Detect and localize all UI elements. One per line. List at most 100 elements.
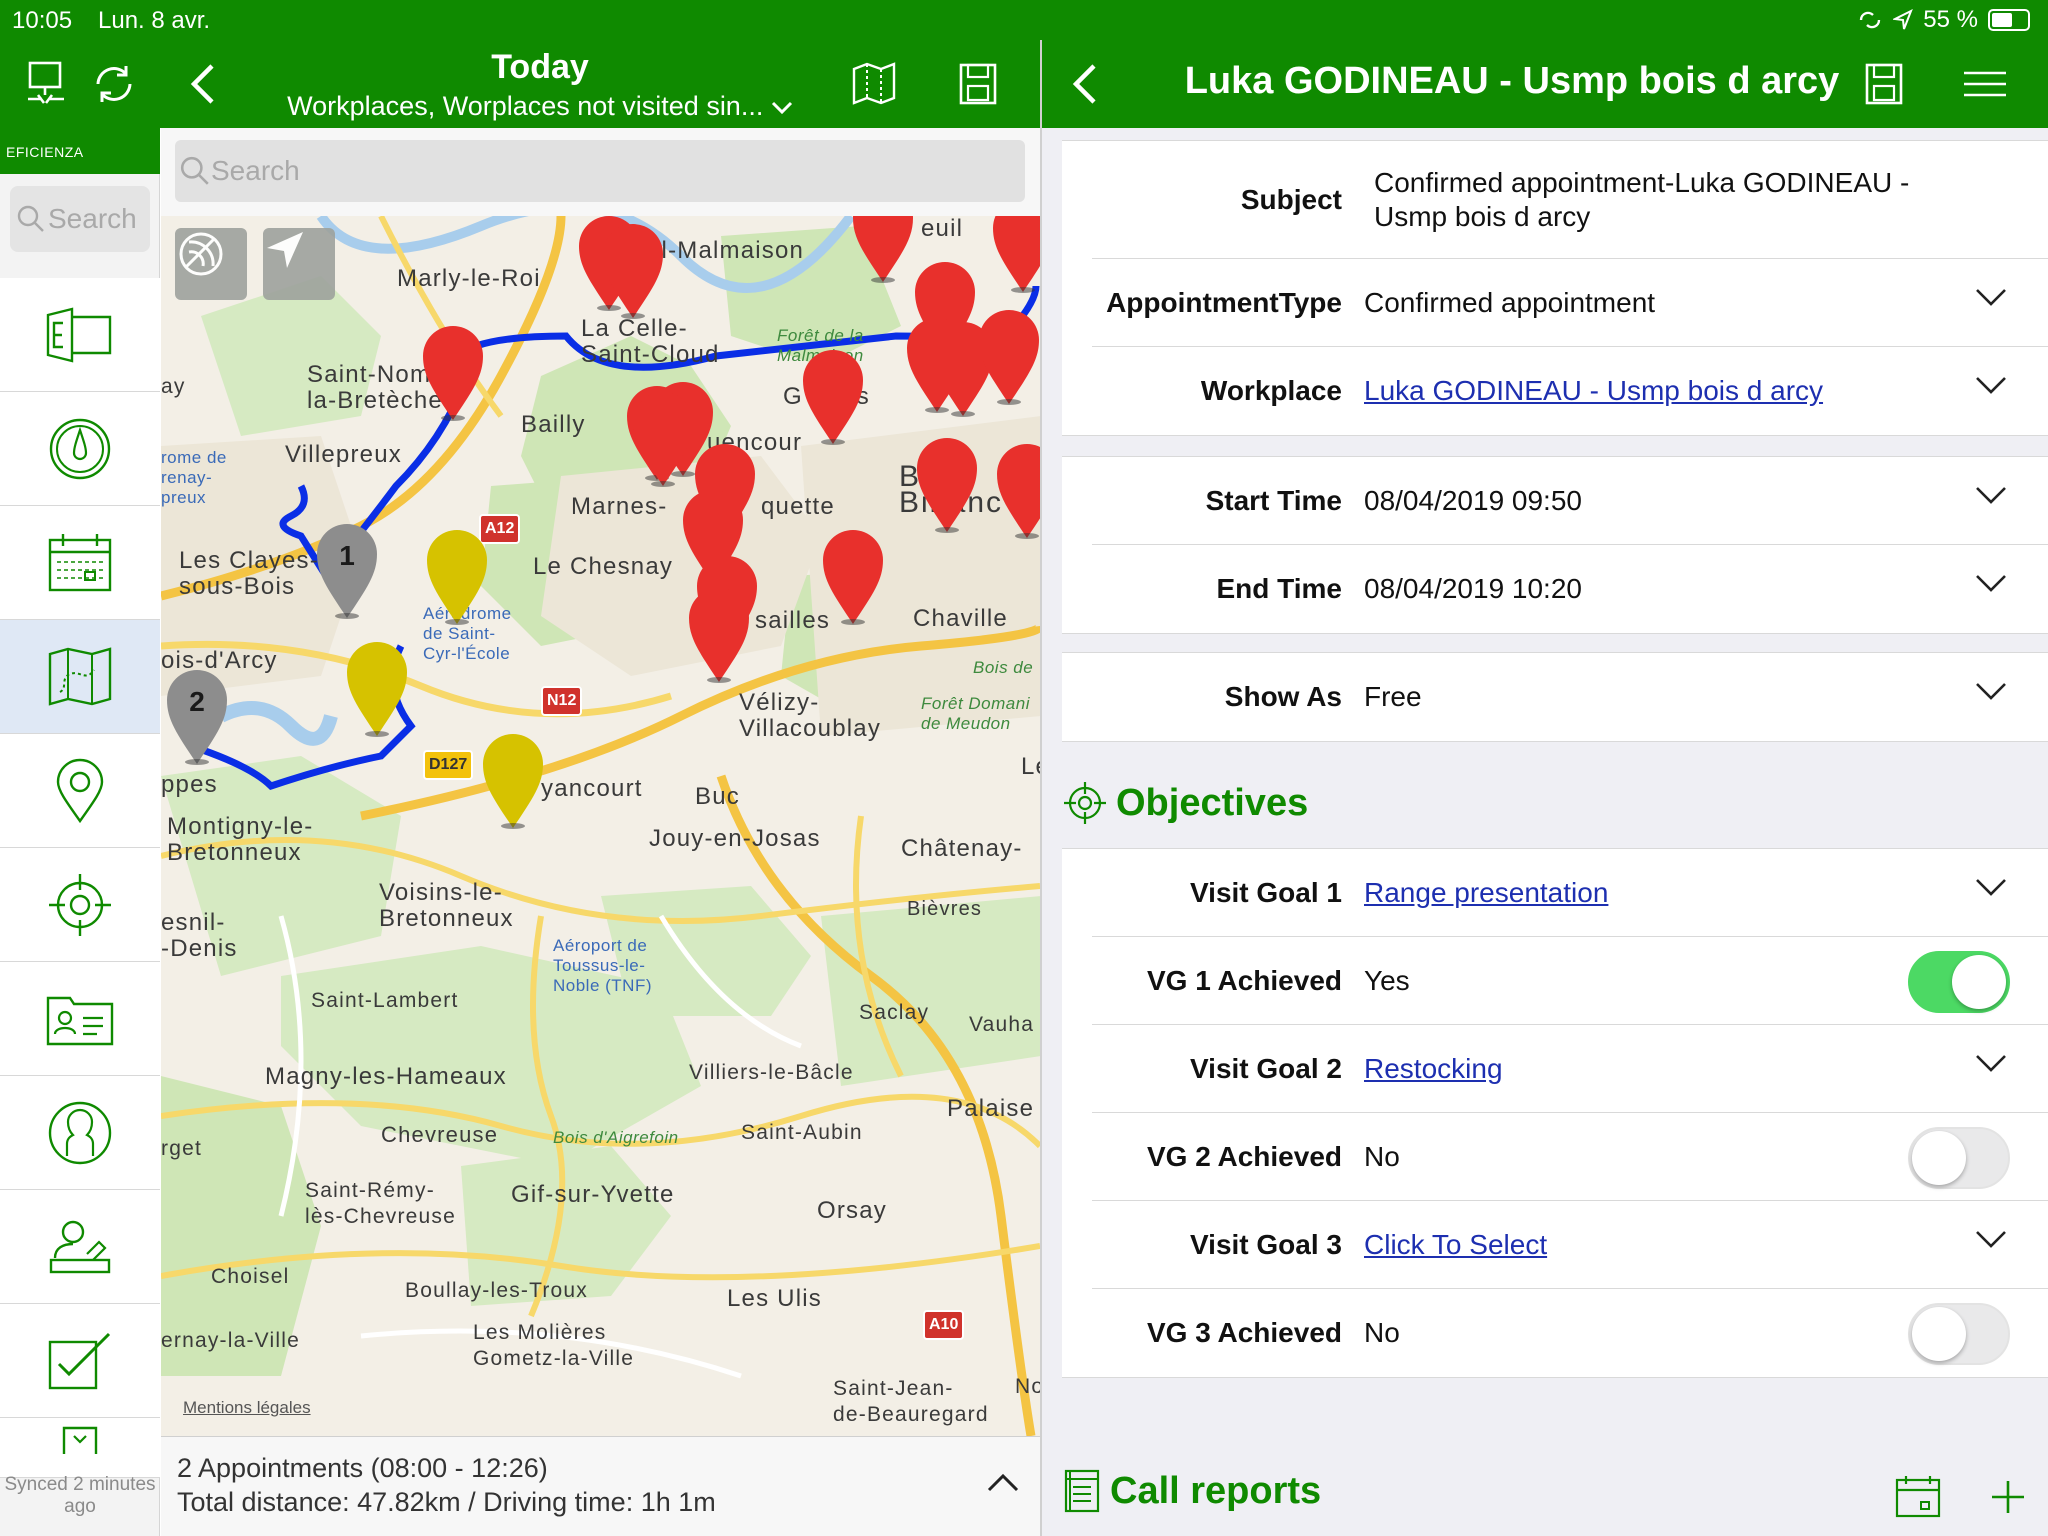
visit-goal-3-link[interactable]: Click To Select — [1364, 1229, 2048, 1261]
map-label: Bois d'Aigrefoin — [553, 1128, 679, 1147]
start-time-row[interactable]: Start Time 08/04/2019 09:50 — [1092, 457, 2048, 545]
save-icon[interactable] — [954, 58, 1002, 110]
detail-back-icon[interactable] — [1062, 60, 1106, 108]
map-label: Bièvres — [907, 898, 983, 920]
legal-link[interactable]: Mentions légales — [183, 1398, 311, 1418]
map-pin[interactable] — [851, 216, 915, 284]
locate-me-button[interactable] — [263, 228, 335, 300]
map-pin[interactable] — [821, 528, 885, 626]
map-navbar: Today Workplaces, Worplaces not visited … — [0, 40, 1040, 128]
detail-title: Luka GODINEAU - Usmp bois d arcy — [1184, 60, 1840, 102]
location-pin-icon — [56, 758, 104, 823]
map-label: rget — [161, 1137, 202, 1160]
chevron-up-icon[interactable] — [986, 1469, 1020, 1500]
field-label: VG 2 Achieved — [1146, 1140, 1342, 1172]
contact-card-icon — [46, 996, 114, 1045]
sidebar: EFICIENZA Search Synced 2 minutes ago — [0, 128, 160, 1536]
map-pin-yellow[interactable] — [425, 528, 489, 626]
satellite-icon — [179, 232, 223, 276]
map-label: ppes — [161, 771, 218, 798]
appointments-summary: 2 Appointments (08:00 - 12:26) — [177, 1453, 548, 1483]
call-reports-actions — [1894, 1474, 2026, 1520]
workplace-link[interactable]: Luka GODINEAU - Usmp bois d arcy — [1364, 375, 2048, 407]
map-view-icon[interactable] — [848, 58, 900, 110]
map-label: il-Malmaison — [655, 237, 805, 264]
visit-goal-2-row[interactable]: Visit Goal 2 Restocking — [1092, 1025, 2048, 1113]
back-icon[interactable] — [180, 60, 224, 108]
call-reports-title: Call reports — [1110, 1469, 1322, 1512]
map-pin[interactable] — [977, 308, 1040, 406]
sidebar-item-user-desk[interactable] — [0, 1190, 160, 1304]
map-pin[interactable] — [601, 222, 665, 320]
calendar-add-icon[interactable] — [1894, 1474, 1942, 1520]
map-label: Boullay-les-Troux — [405, 1279, 589, 1302]
visit-goal-3-row[interactable]: Visit Goal 3 Click To Select — [1092, 1201, 2048, 1289]
map-pin-yellow[interactable] — [345, 640, 409, 738]
sidebar-search-input[interactable]: Search — [10, 186, 150, 252]
sidebar-item-route-map[interactable] — [0, 620, 160, 734]
map-pin[interactable] — [991, 216, 1040, 294]
workplace-row[interactable]: Workplace Luka GODINEAU - Usmp bois d ar… — [1092, 347, 2048, 435]
map-label: ernay-la-Ville — [161, 1329, 300, 1352]
sidebar-item-objectives[interactable] — [0, 848, 160, 962]
map-search-input[interactable]: Search — [175, 140, 1025, 202]
visit-goal-1-row[interactable]: Visit Goal 1 Range presentation — [1092, 849, 2048, 937]
app-window: 10:05 Lun. 8 avr. 55 % Today Workplaces,… — [0, 0, 2048, 1536]
sidebar-item-contacts[interactable] — [0, 962, 160, 1076]
map-label: Marnes- — [571, 493, 668, 520]
map-label: sailles — [755, 607, 831, 634]
map-pin[interactable] — [421, 324, 485, 422]
toggle-knob — [1912, 1131, 1966, 1185]
map-label: Chevreuse — [381, 1122, 499, 1147]
appointment-type-value: Confirmed appointment — [1364, 286, 1656, 318]
map-pin[interactable] — [995, 442, 1040, 540]
map-label: quette — [761, 493, 835, 520]
map-pin-yellow[interactable] — [481, 732, 545, 830]
chevron-down-icon — [1976, 879, 2006, 896]
map-view[interactable]: Marly-le-Roi il-Malmaison La Celle- Sain… — [161, 216, 1040, 1436]
sidebar-item-calendar[interactable] — [0, 506, 160, 620]
map-pin-numbered[interactable]: 1 — [315, 522, 379, 620]
show-as-row[interactable]: Show As Free — [1092, 653, 2048, 741]
map-pin[interactable] — [631, 390, 695, 488]
sidebar-item-reports[interactable] — [0, 1418, 160, 1478]
vg1-achieved-toggle[interactable] — [1908, 951, 2010, 1013]
filter-selector[interactable]: Today Workplaces, Worplaces not visited … — [250, 48, 830, 122]
refresh-icon[interactable] — [88, 58, 140, 110]
map-pin[interactable] — [801, 348, 865, 446]
sidebar-item-person[interactable] — [0, 1076, 160, 1190]
disconnect-icon[interactable] — [22, 56, 72, 112]
subject-row[interactable]: Subject Confirmed appointment-Luka GODIN… — [1092, 141, 2048, 259]
visit-goal-2-link[interactable]: Restocking — [1364, 1053, 2048, 1085]
nav-subtitle: Workplaces, Worplaces not visited sin... — [250, 91, 830, 122]
map-pin[interactable] — [687, 586, 751, 684]
sidebar-item-locations[interactable] — [0, 734, 160, 848]
map-label: Chaville — [913, 605, 1008, 632]
map-label: La Celle- Saint-Cloud — [581, 315, 720, 368]
field-label: VG 1 Achieved — [1146, 964, 1342, 996]
chevron-down-icon — [1976, 377, 2006, 394]
target-icon — [1064, 782, 1106, 824]
map-label: Aéroport de Toussus-le- Noble (TNF) — [553, 936, 653, 995]
road-shield: D127 — [423, 750, 474, 780]
satellite-toggle-button[interactable] — [175, 228, 247, 300]
sync-status-icon — [1860, 11, 1881, 29]
sidebar-item-exchange[interactable] — [0, 278, 160, 392]
end-time-row[interactable]: End Time 08/04/2019 10:20 — [1092, 545, 2048, 633]
sync-status: Synced 2 minutes ago — [4, 1474, 156, 1517]
subject-value[interactable]: Confirmed appointment-Luka GODINEAU - Us… — [1364, 166, 2048, 234]
sidebar-item-checklist[interactable] — [0, 1304, 160, 1418]
map-pin-numbered[interactable]: 2 — [165, 668, 229, 766]
sidebar-item-dashboard[interactable] — [0, 392, 160, 506]
add-icon[interactable] — [1990, 1479, 2026, 1515]
map-pin[interactable] — [915, 436, 979, 534]
visit-goal-1-link[interactable]: Range presentation — [1364, 877, 2048, 909]
menu-icon[interactable] — [1960, 62, 2010, 106]
vg2-achieved-row: VG 2 Achieved No — [1092, 1113, 2048, 1201]
route-summary[interactable]: 2 Appointments (08:00 - 12:26) Total dis… — [161, 1436, 1040, 1536]
appointment-type-row[interactable]: AppointmentType Confirmed appointment — [1092, 259, 2048, 347]
status-date: Lun. 8 avr. — [98, 7, 211, 34]
vg3-achieved-toggle[interactable] — [1908, 1303, 2010, 1365]
vg2-achieved-toggle[interactable] — [1908, 1127, 2010, 1189]
detail-save-icon[interactable] — [1860, 58, 1908, 110]
